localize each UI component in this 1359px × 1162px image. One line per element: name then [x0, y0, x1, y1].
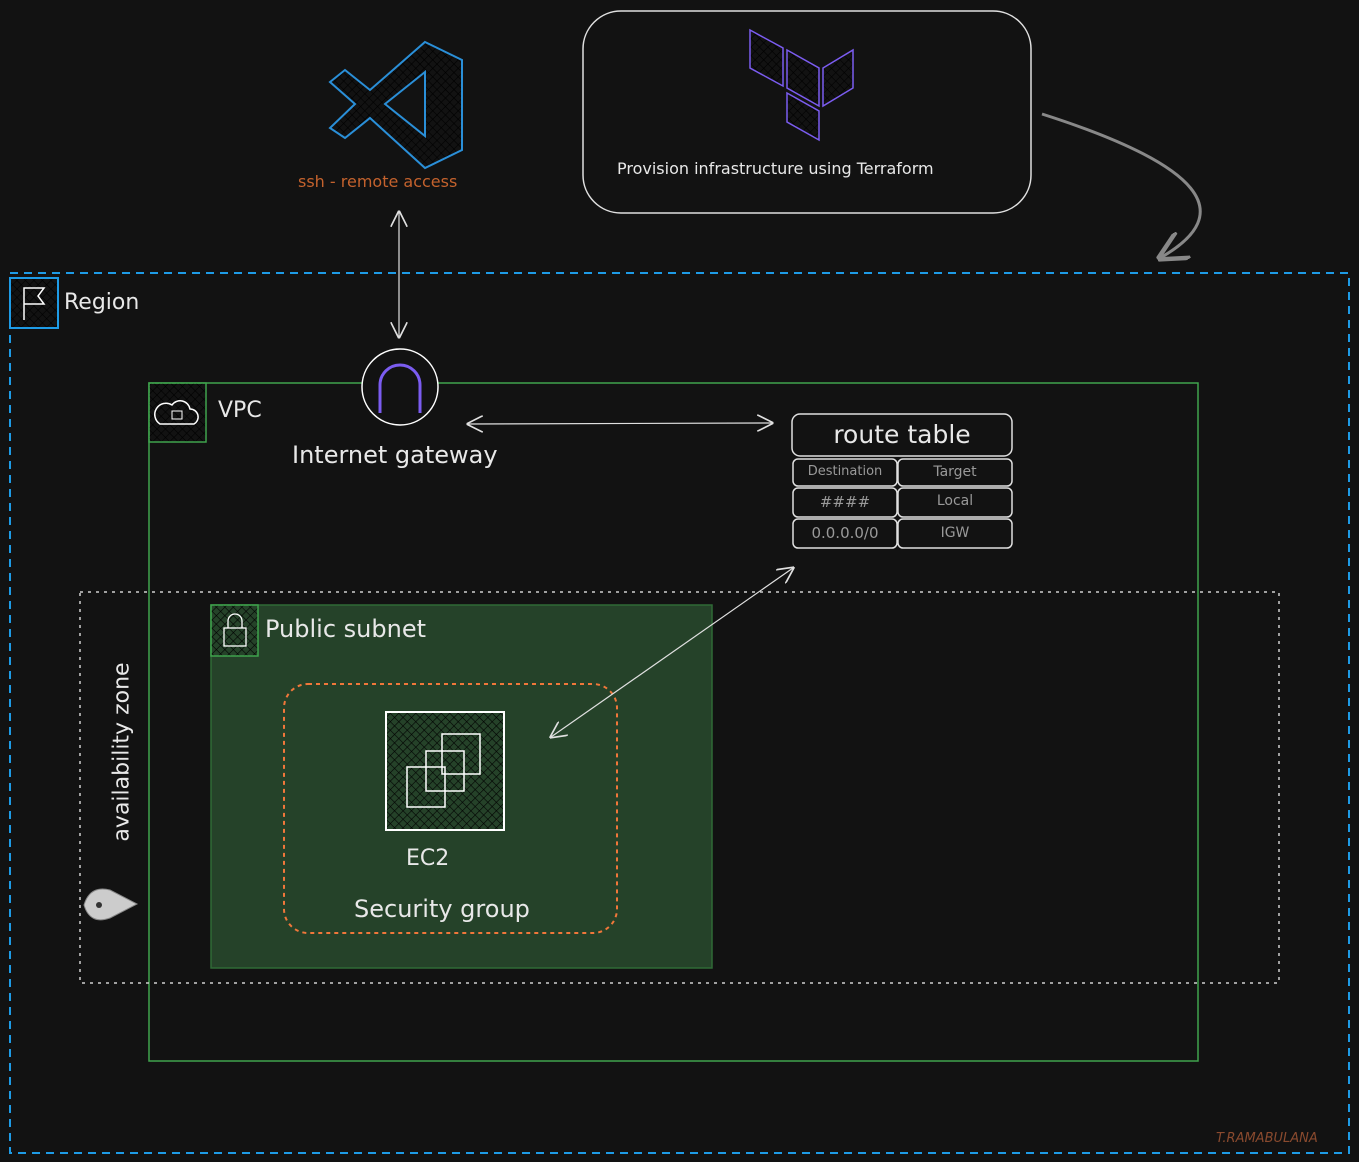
public-subnet-label: Public subnet: [265, 615, 426, 643]
terraform-icon: [749, 28, 854, 142]
cloud-lock-icon: [148, 382, 207, 443]
route-table-cell: Local: [936, 493, 974, 509]
ssh-label: ssh - remote access: [298, 172, 458, 191]
security-group-label: Security group: [354, 895, 530, 923]
internet-gateway-icon: [361, 348, 439, 426]
route-table-cell: 0.0.0.0/0: [811, 524, 879, 542]
vscode-icon: [328, 40, 463, 170]
route-table-title: route table: [833, 420, 971, 449]
route-table-header-destination: Destination: [807, 464, 883, 479]
ec2-icon: [385, 711, 505, 831]
route-table-cell: ####: [819, 493, 871, 511]
availability-zone-label: availability zone: [109, 662, 135, 842]
lock-icon: [210, 604, 259, 657]
igw-route-table-arrow: [468, 423, 772, 424]
ec2-label: EC2: [406, 846, 450, 871]
location-pin-icon: [83, 888, 139, 921]
internet-gateway-label: Internet gateway: [292, 441, 498, 469]
signature: T.RAMABULANA: [1216, 1131, 1318, 1146]
route-table-cell: IGW: [940, 525, 970, 541]
vpc-label: VPC: [218, 398, 262, 423]
terraform-label: Provision infrastructure using Terraform: [617, 159, 934, 178]
diagram-canvas: ssh - remote access Provision infrastruc…: [0, 0, 1359, 1162]
route-table-header-target: Target: [933, 464, 977, 480]
flag-icon: [9, 277, 59, 329]
region-label: Region: [64, 290, 140, 315]
terraform-provision-arrow: [1041, 112, 1202, 258]
